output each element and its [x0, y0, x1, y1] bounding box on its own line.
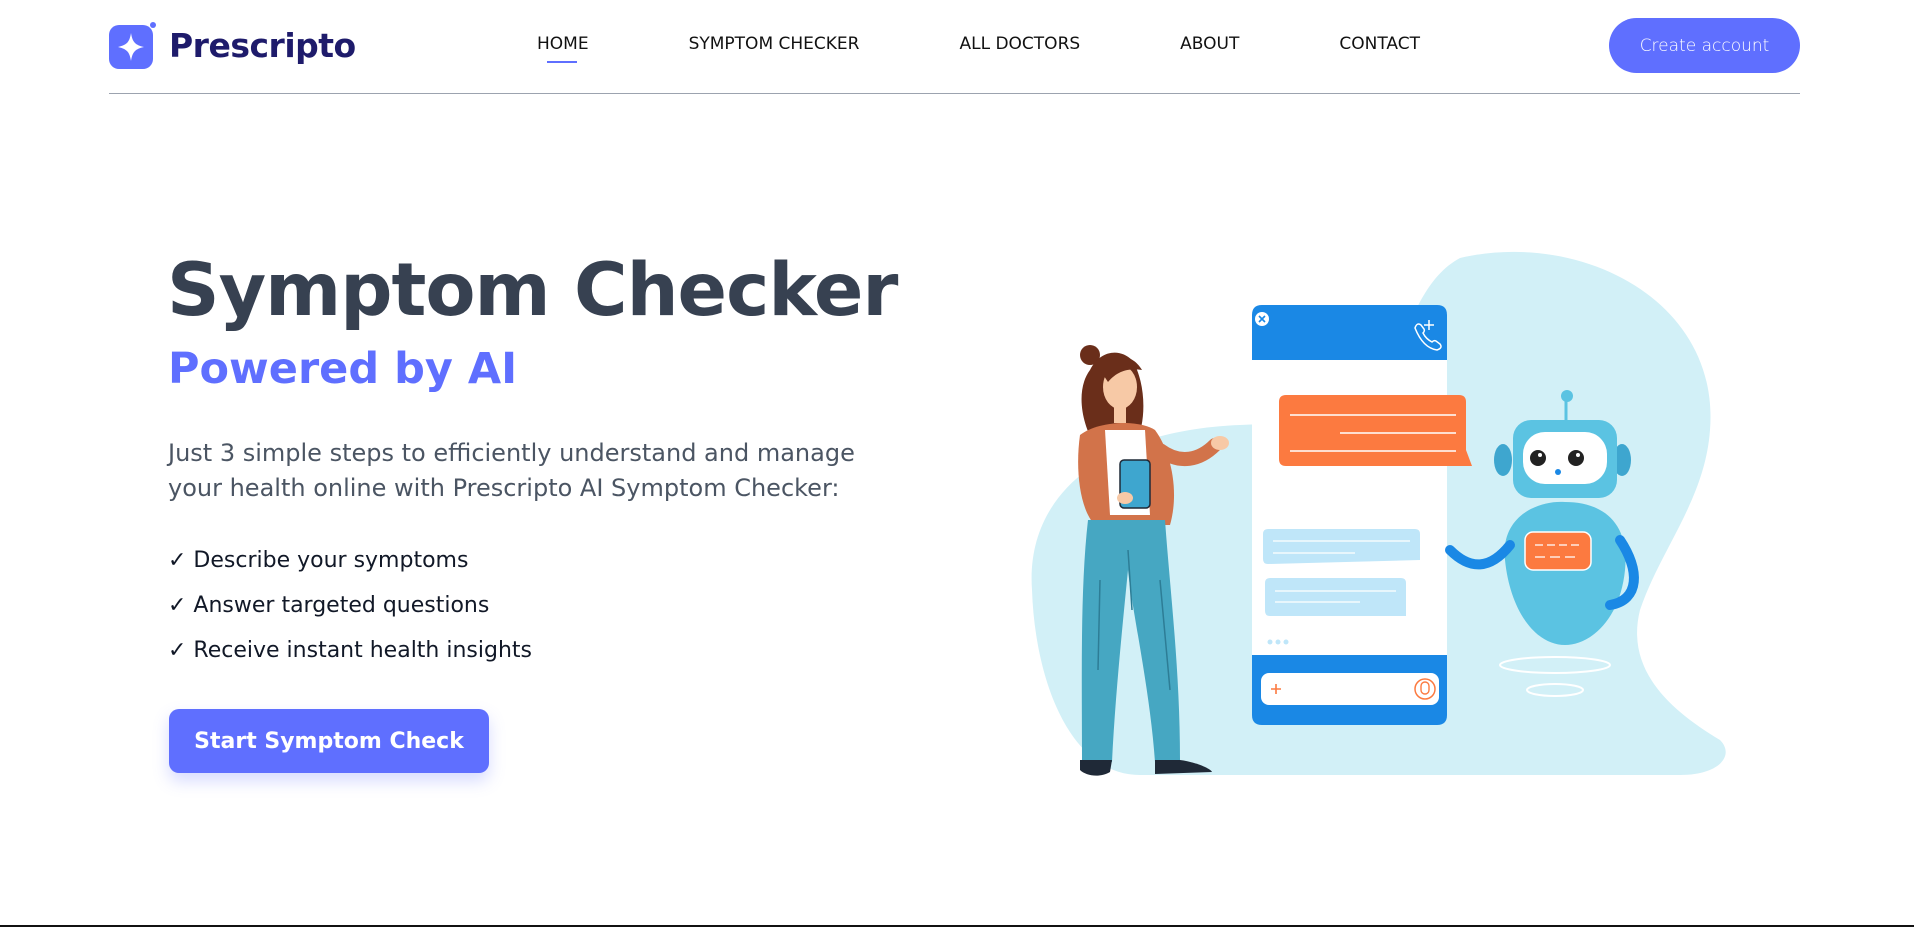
navbar: Prescripto HOME SYMPTOM CHECKER ALL DOCT…: [109, 0, 1800, 94]
nav-home[interactable]: HOME: [537, 34, 589, 63]
nav-contact[interactable]: CONTACT: [1339, 34, 1420, 54]
chat-phone-icon: [1252, 305, 1472, 725]
step-item: ✓ Receive instant health insights: [168, 638, 532, 663]
hero-illustration: [1020, 250, 1740, 790]
main-nav: HOME SYMPTOM CHECKER ALL DOCTORS ABOUT C…: [537, 34, 1420, 63]
logo[interactable]: Prescripto: [109, 20, 356, 70]
steps-list: ✓ Describe your symptoms ✓ Answer target…: [168, 546, 532, 681]
active-nav-indicator: [547, 61, 577, 63]
step-item: ✓ Describe your symptoms: [168, 548, 469, 573]
nav-about[interactable]: ABOUT: [1180, 34, 1239, 54]
brand-name: Prescripto: [169, 25, 356, 65]
sparkle-badge-icon: [109, 21, 157, 69]
nav-home-label: HOME: [537, 34, 589, 54]
nav-all-doctors[interactable]: ALL DOCTORS: [959, 34, 1080, 54]
hero-description: Just 3 simple steps to efficiently under…: [168, 439, 855, 502]
nav-symptom-checker[interactable]: SYMPTOM CHECKER: [689, 34, 860, 54]
start-symptom-check-button[interactable]: Start Symptom Check: [169, 709, 489, 773]
step-item: ✓ Answer targeted questions: [168, 593, 490, 618]
page-title: Symptom Checker: [167, 248, 898, 333]
create-account-button[interactable]: Create account: [1609, 18, 1800, 73]
page-subtitle: Powered by AI: [168, 344, 518, 394]
